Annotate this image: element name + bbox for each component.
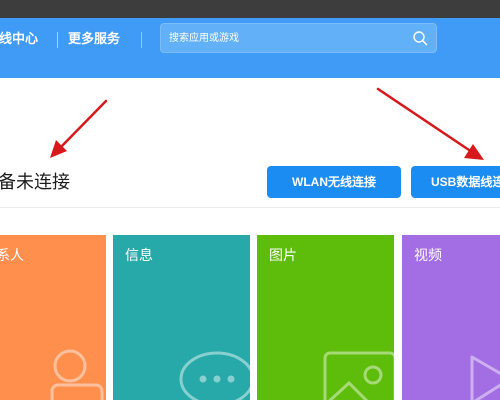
top-header: 线中心 更多服务 [0, 18, 500, 78]
chat-bubble-icon [179, 351, 250, 400]
app-window: 线中心 更多服务 备未连接 WLAN无线连接 USB数据线连 系人 信息 [0, 0, 500, 400]
usb-connect-button[interactable]: USB数据线连 [411, 166, 500, 198]
search-input[interactable] [169, 29, 399, 48]
annotation-arrow-left [50, 99, 108, 158]
tile-label-photos: 图片 [269, 248, 297, 264]
wlan-connect-button[interactable]: WLAN无线连接 [267, 166, 401, 198]
search-box[interactable] [160, 23, 437, 53]
annotation-arrow-right [376, 87, 484, 160]
picture-icon [323, 351, 394, 400]
title-bar [0, 0, 500, 18]
nav-divider [57, 32, 58, 48]
device-connection-status: 备未连接 [0, 172, 70, 193]
nav-item-center[interactable]: 线中心 [0, 29, 38, 51]
tile-videos[interactable]: 视频 [402, 235, 500, 400]
nav-item-more-services[interactable]: 更多服务 [68, 29, 120, 51]
tile-contacts[interactable]: 系人 [0, 235, 106, 400]
search-icon[interactable] [412, 30, 428, 46]
video-play-icon [470, 355, 500, 400]
nav-divider [141, 32, 142, 48]
tile-label-messages: 信息 [125, 248, 153, 264]
tile-label-videos: 视频 [414, 248, 442, 264]
contact-icon [50, 349, 104, 400]
tile-label-contacts: 系人 [0, 248, 24, 264]
section-divider [0, 207, 500, 208]
tile-photos[interactable]: 图片 [257, 235, 394, 400]
tile-messages[interactable]: 信息 [113, 235, 250, 400]
